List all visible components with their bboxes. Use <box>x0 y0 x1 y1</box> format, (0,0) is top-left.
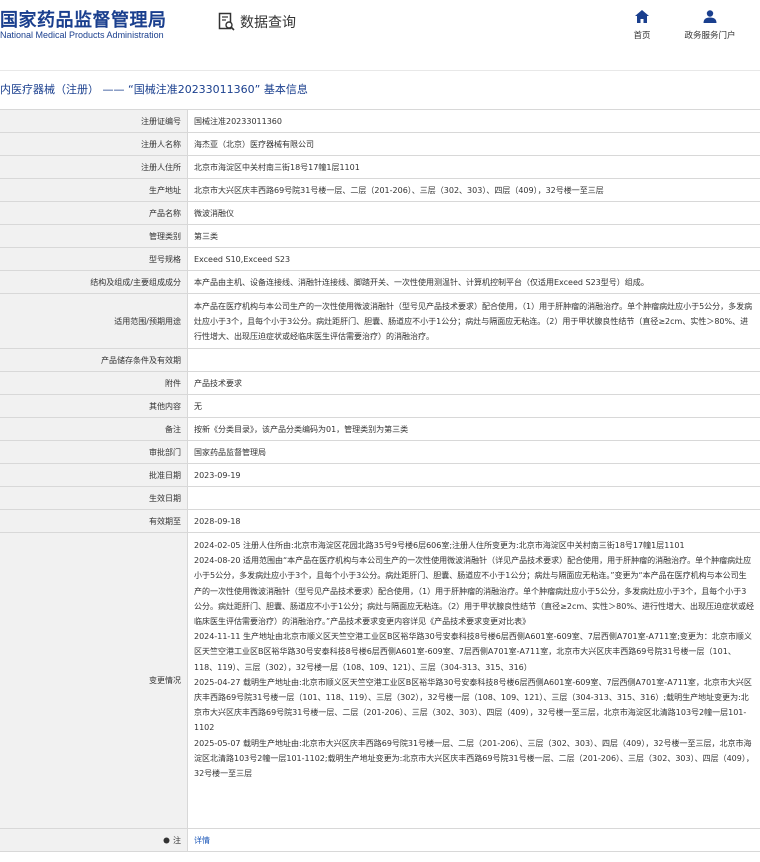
bullet-icon <box>163 837 170 843</box>
table-row: 注册证编号 国械注准20233011360 <box>0 110 760 133</box>
page-title: 内医疗器械（注册） —— “国械注准20233011360” 基本信息 <box>0 83 308 96</box>
table-row-note: 注 详情 <box>0 829 760 852</box>
change-entry: 2024-11-11 生产地址由北京市顺义区天竺空港工业区B区裕华路30号安泰科… <box>194 632 752 672</box>
table-row: 结构及组成/主要组成成分 本产品由主机、设备连接线、消融针连接线、脚踏开关、一次… <box>0 271 760 294</box>
row-value: Exceed S10,Exceed S23 <box>194 254 291 264</box>
row-value: 国家药品监督管理局 <box>194 447 266 457</box>
row-label: 注册证编号 <box>0 110 188 132</box>
row-value: 北京市大兴区庆丰西路69号院31号楼一层、二层（201-206）、三层（302、… <box>194 185 604 195</box>
row-value: 海杰亚（北京）医疗器械有限公司 <box>194 139 314 149</box>
data-query-label: 数据查询 <box>240 15 296 31</box>
logo-subtitle: National Medical Products Administration <box>0 30 164 40</box>
nav-home[interactable]: 首页 <box>607 10 677 41</box>
change-entry: 2024-08-20 适用范围由“本产品在医疗机构与本公司生产的一次性使用微波消… <box>194 556 754 627</box>
row-label: 附件 <box>0 372 188 394</box>
row-label: 型号规格 <box>0 248 188 270</box>
row-label: 产品储存条件及有效期 <box>0 349 188 371</box>
row-value: 无 <box>194 401 202 411</box>
row-value: 产品技术要求 <box>194 378 242 388</box>
row-label: 管理类别 <box>0 225 188 247</box>
table-row: 适用范围/预期用途 本产品在医疗机构与本公司生产的一次性使用微波消融针（型号见产… <box>0 294 760 349</box>
table-row: 有效期至 2028-09-18 <box>0 510 760 533</box>
site-header: 国家药品监督管理局 National Medical Products Admi… <box>0 0 760 58</box>
changes-list: 2024-02-05 注册人住所由:北京市海淀区花园北路35号9号楼6层606室… <box>188 533 760 828</box>
table-row: 产品名称 微波消融仪 <box>0 202 760 225</box>
info-table: 注册证编号 国械注准20233011360 注册人名称 海杰亚（北京）医疗器械有… <box>0 109 760 852</box>
row-value: 国械注准20233011360 <box>194 116 282 126</box>
page-title-bar: 内医疗器械（注册） —— “国械注准20233011360” 基本信息 <box>0 70 760 107</box>
change-entry: 2024-02-05 注册人住所由:北京市海淀区花园北路35号9号楼6层606室… <box>194 541 685 550</box>
row-label: 其他内容 <box>0 395 188 417</box>
row-value <box>188 349 760 371</box>
table-row: 批准日期 2023-09-19 <box>0 464 760 487</box>
row-value: 北京市海淀区中关村南三街18号17幢1层1101 <box>194 162 360 172</box>
data-query-link[interactable]: 数据查询 <box>218 12 296 32</box>
row-value: 本产品在医疗机构与本公司生产的一次性使用微波消融针（型号见产品技术要求）配合使用… <box>194 302 753 342</box>
change-entry: 2025-05-07 载明生产地址由:北京市大兴区庆丰西路69号院31号楼一层、… <box>194 738 754 779</box>
row-label: 备注 <box>0 418 188 440</box>
row-value: 本产品由主机、设备连接线、消融针连接线、脚踏开关、一次性使用测温针、计算机控制平… <box>194 277 649 287</box>
home-icon <box>635 10 649 23</box>
document-search-icon <box>218 12 235 31</box>
table-row: 附件 产品技术要求 <box>0 372 760 395</box>
row-value <box>188 487 760 509</box>
row-label: 批准日期 <box>0 464 188 486</box>
row-label: 产品名称 <box>0 202 188 224</box>
table-row: 生产地址 北京市大兴区庆丰西路69号院31号楼一层、二层（201-206）、三层… <box>0 179 760 202</box>
row-label: 生产地址 <box>0 179 188 201</box>
nav-home-label: 首页 <box>633 31 651 41</box>
row-label: 注册人住所 <box>0 156 188 178</box>
change-entry: 2025-04-27 载明生产地址由:北京市顺义区天竺空港工业区B区裕华路30号… <box>194 677 752 733</box>
row-label: 审批部门 <box>0 441 188 463</box>
table-row: 产品储存条件及有效期 <box>0 349 760 372</box>
row-label: 注 <box>0 829 188 851</box>
row-value: 第三类 <box>194 231 218 241</box>
logo-title[interactable]: 国家药品监督管理局 <box>0 6 167 32</box>
details-link[interactable]: 详情 <box>188 829 760 851</box>
row-value: 微波消融仪 <box>194 208 234 218</box>
table-row-changes: 变更情况 2024-02-05 注册人住所由:北京市海淀区花园北路35号9号楼6… <box>0 533 760 829</box>
table-row: 其他内容 无 <box>0 395 760 418</box>
row-label: 生效日期 <box>0 487 188 509</box>
row-label: 适用范围/预期用途 <box>0 294 188 348</box>
row-value: 2028-09-18 <box>194 516 241 526</box>
table-row: 注册人名称 海杰亚（北京）医疗器械有限公司 <box>0 133 760 156</box>
row-label: 变更情况 <box>0 533 188 828</box>
table-row: 备注 按新《分类目录》，该产品分类编码为01，管理类别为第三类 <box>0 418 760 441</box>
table-row: 审批部门 国家药品监督管理局 <box>0 441 760 464</box>
nav-service-portal-label: 政务服务门户 <box>684 31 736 41</box>
row-value: 2023-09-19 <box>194 470 241 480</box>
row-label: 结构及组成/主要组成成分 <box>0 271 188 293</box>
table-row: 注册人住所 北京市海淀区中关村南三街18号17幢1层1101 <box>0 156 760 179</box>
table-row: 型号规格 Exceed S10,Exceed S23 <box>0 248 760 271</box>
row-label: 注册人名称 <box>0 133 188 155</box>
table-row: 管理类别 第三类 <box>0 225 760 248</box>
row-label: 有效期至 <box>0 510 188 532</box>
table-row: 生效日期 <box>0 487 760 510</box>
row-value: 按新《分类目录》，该产品分类编码为01，管理类别为第三类 <box>194 424 409 434</box>
note-label: 注 <box>173 835 181 845</box>
user-icon <box>703 10 717 23</box>
nav-service-portal[interactable]: 政务服务门户 <box>675 10 745 41</box>
